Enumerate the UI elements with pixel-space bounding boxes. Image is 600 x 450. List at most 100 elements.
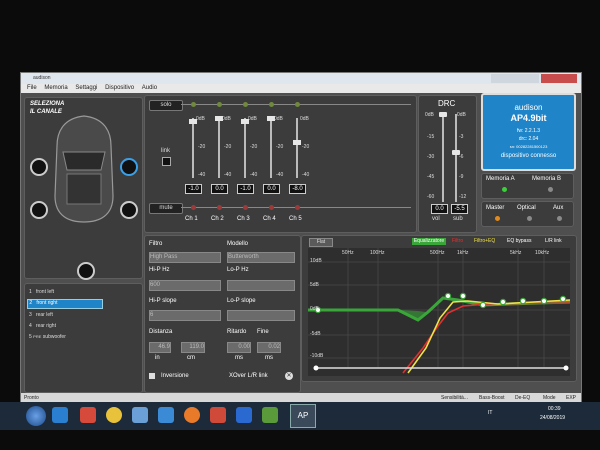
- mute-led[interactable]: [243, 205, 248, 210]
- sub-fader-knob[interactable]: [452, 150, 460, 155]
- word-icon[interactable]: [236, 407, 252, 423]
- menu-audio[interactable]: Audio: [142, 85, 157, 91]
- app-icon[interactable]: [210, 407, 226, 423]
- fine-label: Fine: [257, 329, 269, 335]
- fader-track[interactable]: [192, 118, 194, 178]
- distanza-cm-field[interactable]: 119.0: [181, 342, 205, 353]
- solo-led[interactable]: [217, 102, 222, 107]
- memoria-b-led[interactable]: [548, 187, 553, 192]
- speaker-front-right[interactable]: [120, 158, 138, 176]
- language-indicator[interactable]: IT: [488, 410, 492, 416]
- fader-track[interactable]: [244, 118, 246, 178]
- eq-x-label-4: 5kHz: [510, 250, 522, 256]
- fader-track[interactable]: [270, 118, 272, 178]
- inversione-checkbox[interactable]: [149, 373, 155, 379]
- solo-led[interactable]: [295, 102, 300, 107]
- list-item[interactable]: 3 rear left: [29, 312, 53, 318]
- mode-button[interactable]: Mode: [543, 395, 556, 401]
- start-button[interactable]: [26, 406, 46, 426]
- app-icon[interactable]: [158, 407, 174, 423]
- minimize-button[interactable]: [491, 74, 515, 83]
- list-item[interactable]: 5 PRE subwoofer: [29, 334, 66, 340]
- modello-select[interactable]: Butterworth: [227, 252, 295, 263]
- mute-led[interactable]: [269, 205, 274, 210]
- speaker-subwoofer[interactable]: [77, 262, 95, 280]
- solo-led[interactable]: [191, 102, 196, 107]
- browser-ie-icon[interactable]: [52, 407, 68, 423]
- mute-led[interactable]: [295, 205, 300, 210]
- distanza-in-field[interactable]: 46.9: [149, 342, 171, 353]
- app-icon[interactable]: [262, 407, 278, 423]
- filtro-eq-toggle[interactable]: Filtro+EQ: [474, 238, 495, 244]
- exp-button[interactable]: EXP: [566, 395, 576, 401]
- lr-link-toggle[interactable]: L/R link: [545, 238, 562, 244]
- firefox-icon[interactable]: [184, 407, 200, 423]
- media-player-icon[interactable]: [80, 407, 96, 423]
- bass-boost-button[interactable]: Bass-Boost: [479, 395, 505, 401]
- menu-dispositivo[interactable]: Dispositivo: [105, 85, 134, 91]
- speaker-rear-left[interactable]: [30, 201, 48, 219]
- device-sn: sn: 00282281500123: [509, 144, 548, 149]
- link-checkbox[interactable]: [162, 157, 171, 166]
- speaker-front-left[interactable]: [30, 158, 48, 176]
- mute-led[interactable]: [217, 205, 222, 210]
- sub-value: -5.5: [451, 204, 468, 214]
- menu-memoria[interactable]: Memoria: [44, 85, 67, 91]
- channel-select-title: SELEZIONA: [30, 101, 65, 107]
- vol-label: vol: [432, 216, 440, 222]
- solo-led[interactable]: [269, 102, 274, 107]
- clock-time[interactable]: 00:39: [548, 406, 561, 412]
- mute-button[interactable]: mute: [149, 203, 183, 214]
- aux-led[interactable]: [557, 216, 562, 221]
- close-button[interactable]: [541, 74, 577, 83]
- mute-led[interactable]: [191, 205, 196, 210]
- fader-scale-label: -40: [276, 172, 284, 178]
- optical-led[interactable]: [527, 216, 532, 221]
- list-item-selected[interactable]: 2 front right: [27, 299, 103, 309]
- fader-track[interactable]: [218, 118, 220, 178]
- speaker-rear-right[interactable]: [120, 201, 138, 219]
- eq-graph[interactable]: [308, 248, 570, 376]
- clock-date[interactable]: 24/08/2019: [540, 415, 565, 421]
- list-item[interactable]: 1 front left: [29, 289, 54, 295]
- fine-field[interactable]: 0.02: [257, 342, 281, 353]
- hip-slope-select[interactable]: 6: [149, 310, 221, 321]
- solo-led[interactable]: [243, 102, 248, 107]
- sub-fader-track[interactable]: [455, 114, 457, 202]
- eq-x-label-1: 100Hz: [370, 250, 385, 256]
- fader-scale-label: -20: [250, 144, 258, 150]
- explorer-icon[interactable]: [132, 407, 148, 423]
- filtro-toggle[interactable]: Filtro: [452, 238, 463, 244]
- lop-hz-select[interactable]: [227, 280, 295, 291]
- vol-fader-knob[interactable]: [439, 112, 447, 117]
- vol-scale-0: 0dB: [425, 112, 434, 118]
- menu-file[interactable]: File: [27, 85, 37, 91]
- fader-track[interactable]: [296, 118, 298, 178]
- solo-button[interactable]: solo: [149, 100, 183, 111]
- xover-toggle-icon[interactable]: ✕: [285, 372, 293, 380]
- sensitivity-button[interactable]: Sensibilità...: [441, 395, 468, 401]
- list-item[interactable]: 4 rear right: [29, 323, 56, 329]
- vol-fader-track[interactable]: [442, 114, 444, 202]
- eq-bypass-toggle[interactable]: EQ bypass: [507, 238, 531, 244]
- menu-settaggi[interactable]: Settaggi: [75, 85, 97, 91]
- fader-scale-label: 0dB: [300, 116, 309, 122]
- filtro-select[interactable]: High Pass: [149, 252, 221, 263]
- de-eq-button[interactable]: De-EQ: [515, 395, 530, 401]
- ap-taskbar-button[interactable]: AP: [290, 404, 316, 428]
- memoria-panel: Memoria A Memoria B: [481, 173, 574, 199]
- channel-value: -8.0: [289, 184, 306, 194]
- equalizzatore-button[interactable]: Equalizzatore: [412, 238, 446, 245]
- memoria-a-led[interactable]: [502, 187, 507, 192]
- ritardo-field[interactable]: 0.00: [227, 342, 251, 353]
- chrome-icon[interactable]: [106, 407, 122, 423]
- tab-flat[interactable]: Flat: [309, 238, 333, 247]
- maximize-button[interactable]: [515, 74, 539, 83]
- master-led[interactable]: [495, 216, 500, 221]
- eq-x-label-2: 500Hz: [430, 250, 445, 256]
- lop-slope-select[interactable]: [227, 310, 295, 321]
- fader-knob[interactable]: [293, 140, 301, 145]
- hip-hz-select[interactable]: 600: [149, 280, 221, 291]
- fader-scale-label: -20: [198, 144, 206, 150]
- fader-scale-label: 0dB: [196, 116, 205, 122]
